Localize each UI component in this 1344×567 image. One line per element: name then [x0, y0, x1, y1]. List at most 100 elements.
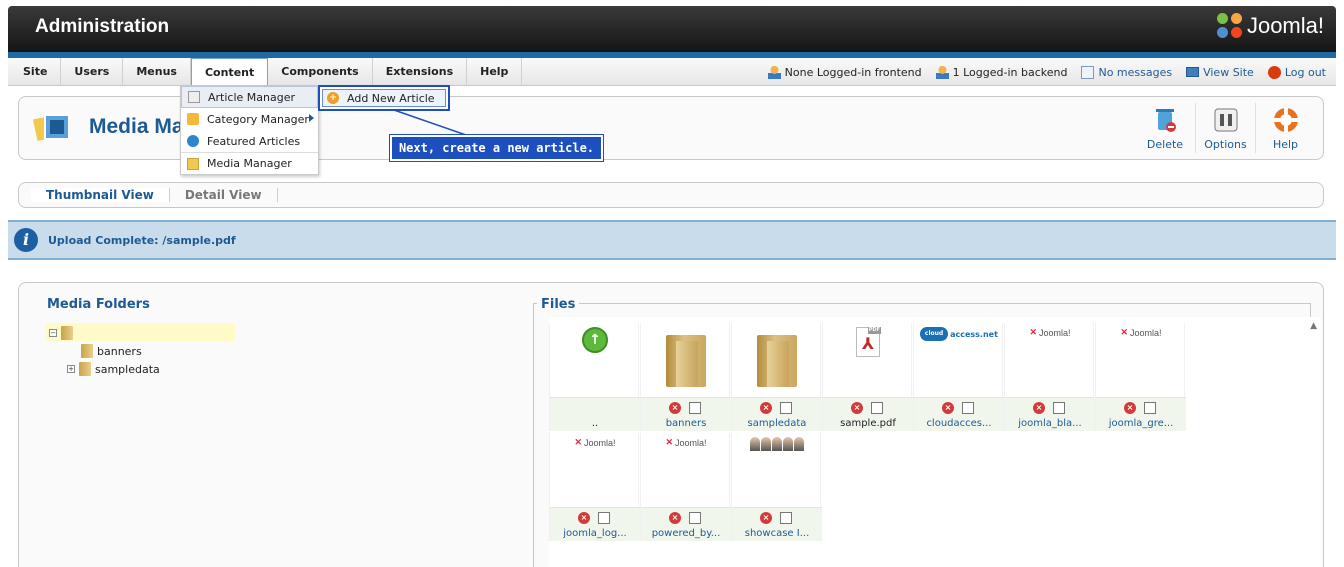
view-tabs: Thumbnail View Detail View — [18, 182, 1324, 208]
menu-site[interactable]: Site — [10, 58, 62, 86]
file-tile-joomla-logo[interactable]: ✕ Joomla! × joomla_log... — [549, 433, 640, 541]
logout-link[interactable]: Log out — [1267, 65, 1326, 79]
files-grid: ▲ ↑ .. × banners × sampledata ⅄ × — [549, 317, 1321, 567]
tree-item-sampledata[interactable]: + sampledata — [67, 362, 160, 376]
tab-detail-view[interactable]: Detail View — [170, 188, 278, 202]
select-checkbox[interactable] — [780, 402, 792, 414]
file-tile-powered-by[interactable]: ✕ Joomla! × powered_by... — [640, 433, 731, 541]
file-name[interactable]: joomla_gre... — [1096, 418, 1186, 429]
toolbar-buttons: Delete Options Help — [1135, 103, 1315, 153]
file-name[interactable]: joomla_log... — [550, 528, 640, 539]
menu-item-featured-articles[interactable]: Featured Articles — [181, 130, 318, 152]
menu-help[interactable]: Help — [467, 58, 523, 86]
submenu-arrow-icon — [309, 114, 314, 122]
user-icon — [935, 65, 949, 79]
help-button[interactable]: Help — [1255, 103, 1315, 153]
media-manager-icon — [32, 111, 75, 145]
file-tile-sample-pdf[interactable]: ⅄ × sample.pdf — [822, 323, 913, 431]
scroll-up-arrow-icon[interactable]: ▲ — [1310, 321, 1317, 331]
menu-item-category-manager[interactable]: Category Manager — [181, 108, 318, 130]
delete-icon[interactable]: × — [669, 512, 681, 524]
add-icon: + — [327, 92, 339, 104]
menu-menus[interactable]: Menus — [123, 58, 191, 86]
file-tile-up[interactable]: ↑ .. — [549, 323, 640, 431]
menu-content[interactable]: Content — [190, 58, 269, 86]
menu-item-article-manager[interactable]: Article Manager — [181, 86, 318, 108]
menu-item-media-manager[interactable]: Media Manager — [181, 152, 318, 174]
file-name[interactable]: showcase I... — [732, 528, 822, 539]
tree-root-node[interactable]: − — [49, 326, 73, 340]
file-tile-cloudaccess[interactable]: cloud access.net × cloudacces... — [913, 323, 1004, 431]
view-site-link[interactable]: View Site — [1186, 66, 1254, 79]
logout-icon — [1267, 65, 1281, 79]
delete-icon[interactable]: × — [1033, 402, 1045, 414]
joomla-logo-icon: ✕ Joomla! — [1029, 327, 1071, 338]
menu-bar: Site Users Menus Content Components Exte… — [8, 58, 1336, 86]
status-area: None Logged-in frontend 1 Logged-in back… — [767, 58, 1326, 86]
expand-icon[interactable]: + — [67, 365, 75, 373]
monitor-icon — [1186, 67, 1200, 77]
cloudaccess-logo-icon: cloud access.net — [920, 327, 998, 341]
menu-components[interactable]: Components — [268, 58, 373, 86]
media-folders-title: Media Folders — [47, 297, 150, 312]
folder-tree-root[interactable] — [45, 323, 235, 341]
info-icon: i — [14, 228, 38, 252]
page-title: Media Ma — [89, 115, 184, 138]
select-checkbox[interactable] — [598, 512, 610, 524]
file-tile-banners[interactable]: × banners — [640, 323, 731, 431]
select-checkbox[interactable] — [871, 402, 883, 414]
system-message: i Upload Complete: /sample.pdf — [8, 220, 1336, 260]
file-tile-joomla-green[interactable]: ✕ Joomla! × joomla_gre... — [1095, 323, 1186, 431]
article-icon — [188, 91, 200, 103]
folder-icon — [61, 326, 73, 340]
folder-icon — [79, 362, 91, 376]
select-checkbox[interactable] — [1144, 402, 1156, 414]
joomla-logo-text: Joomla! — [1246, 13, 1324, 38]
file-tile-sampledata[interactable]: × sampledata — [731, 323, 822, 431]
delete-icon[interactable]: × — [760, 402, 772, 414]
file-name[interactable]: joomla_bla... — [1005, 418, 1095, 429]
joomla-logo-icon: ✕ Joomla! — [665, 437, 707, 448]
menu-users[interactable]: Users — [61, 58, 124, 86]
tab-thumbnail-view[interactable]: Thumbnail View — [31, 188, 170, 202]
delete-icon[interactable]: × — [1124, 402, 1136, 414]
options-button[interactable]: Options — [1195, 103, 1255, 153]
folder-icon — [187, 113, 199, 125]
menu-item-add-new-article[interactable]: + Add New Article — [322, 89, 446, 107]
mail-icon — [1081, 65, 1095, 79]
file-name[interactable]: sampledata — [732, 418, 822, 429]
media-main-panel: Media Folders − banners + sampledata Fil… — [18, 282, 1324, 567]
joomla-logo-icon: ✕ Joomla! — [1120, 327, 1162, 338]
file-name[interactable]: cloudacces... — [914, 418, 1004, 429]
delete-icon[interactable]: × — [760, 512, 772, 524]
message-text: Upload Complete: /sample.pdf — [48, 233, 236, 247]
messages-link[interactable]: No messages — [1081, 65, 1172, 79]
delete-icon[interactable]: × — [851, 402, 863, 414]
joomla-logo[interactable]: Joomla! — [1216, 13, 1324, 39]
options-icon — [1214, 108, 1237, 132]
select-checkbox[interactable] — [780, 512, 792, 524]
joomla-logo-icon — [1216, 13, 1243, 39]
select-checkbox[interactable] — [689, 512, 701, 524]
file-name[interactable]: powered_by... — [641, 528, 731, 539]
category-submenu: + Add New Article — [318, 85, 450, 111]
delete-icon[interactable]: × — [942, 402, 954, 414]
file-name[interactable]: banners — [641, 418, 731, 429]
file-name: .. — [591, 418, 599, 429]
trash-icon — [1156, 109, 1176, 132]
select-checkbox[interactable] — [689, 402, 701, 414]
delete-button[interactable]: Delete — [1135, 103, 1195, 153]
collapse-icon[interactable]: − — [49, 329, 57, 337]
file-name[interactable]: sample.pdf — [823, 418, 913, 429]
delete-icon[interactable]: × — [578, 512, 590, 524]
file-tile-joomla-black[interactable]: ✕ Joomla! × joomla_bla... — [1004, 323, 1095, 431]
select-checkbox[interactable] — [962, 402, 974, 414]
delete-icon[interactable]: × — [669, 402, 681, 414]
file-tile-showcase[interactable]: × showcase I... — [731, 433, 822, 541]
joomla-logo-icon: ✕ Joomla! — [574, 437, 616, 448]
tree-item-banners[interactable]: banners — [81, 344, 142, 358]
menu-extensions[interactable]: Extensions — [373, 58, 468, 86]
select-checkbox[interactable] — [1053, 402, 1065, 414]
media-icon — [187, 157, 199, 170]
tutorial-callout: Next, create a new article. — [389, 134, 604, 162]
